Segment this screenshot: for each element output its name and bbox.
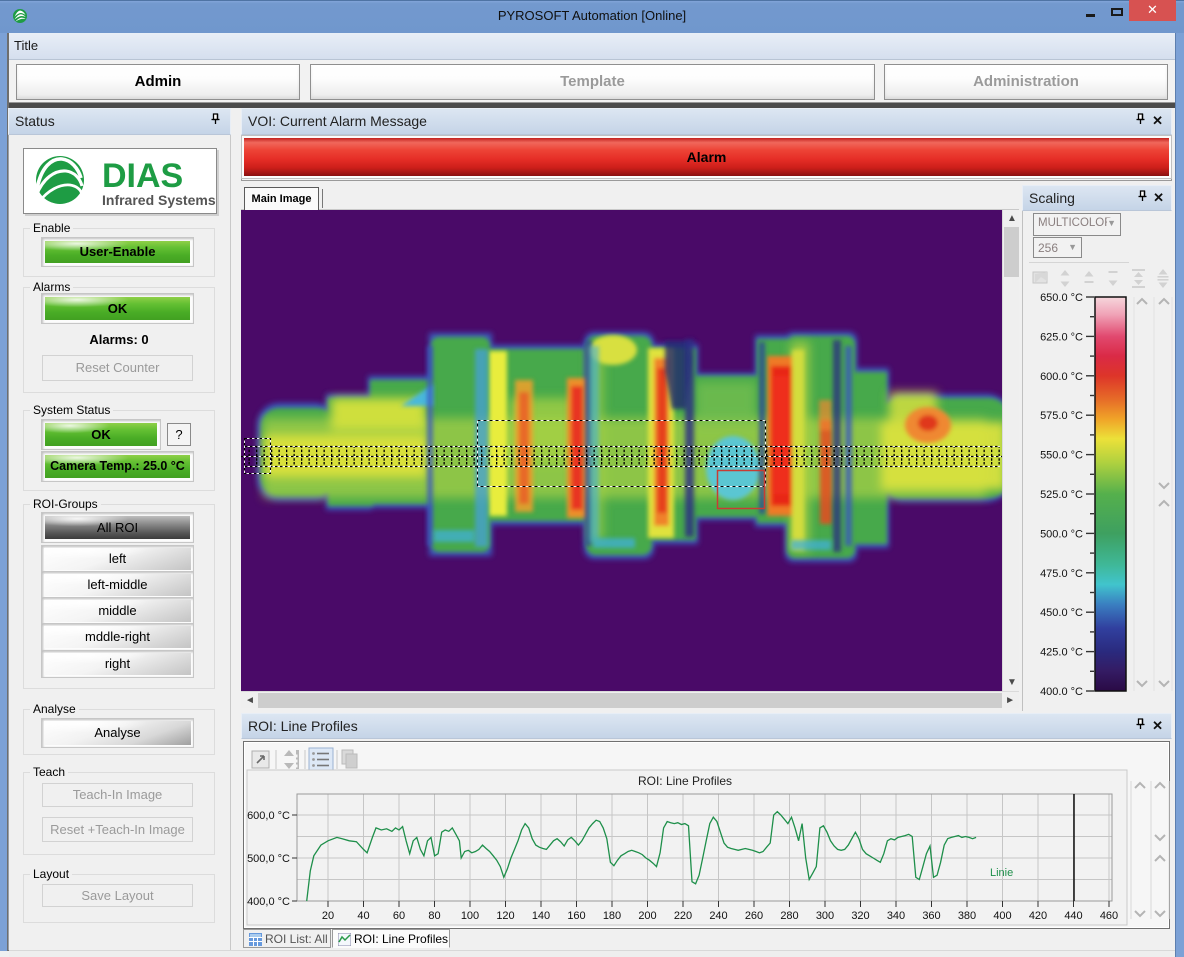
svg-text:380: 380 [958,910,976,922]
svg-text:525.0 °C: 525.0 °C [1040,489,1083,501]
svg-text:600,0 °C: 600,0 °C [247,810,290,822]
svg-text:550.0 °C: 550.0 °C [1040,450,1083,462]
svg-text:575.0 °C: 575.0 °C [1040,410,1083,422]
svg-text:420: 420 [1029,910,1047,922]
svg-text:500.0 °C: 500.0 °C [1040,528,1083,540]
svg-text:100: 100 [461,910,479,922]
svg-text:625.0 °C: 625.0 °C [1040,331,1083,343]
svg-text:180: 180 [603,910,621,922]
svg-text:460: 460 [1100,910,1118,922]
svg-text:120: 120 [496,910,514,922]
svg-text:320: 320 [851,910,869,922]
svg-text:450.0 °C: 450.0 °C [1040,607,1083,619]
svg-text:475.0 °C: 475.0 °C [1040,568,1083,580]
svg-text:160: 160 [567,910,585,922]
svg-text:280: 280 [780,910,798,922]
svg-text:200: 200 [638,910,656,922]
svg-text:40: 40 [357,910,369,922]
svg-text:500,0 °C: 500,0 °C [247,853,290,865]
svg-text:220: 220 [674,910,692,922]
svg-text:340: 340 [887,910,905,922]
svg-text:400: 400 [993,910,1011,922]
svg-text:400.0 °C: 400.0 °C [1040,686,1083,698]
svg-text:360: 360 [922,910,940,922]
svg-text:400,0 °C: 400,0 °C [247,896,290,908]
svg-text:425.0 °C: 425.0 °C [1040,647,1083,659]
svg-text:650.0 °C: 650.0 °C [1040,292,1083,304]
svg-text:140: 140 [532,910,550,922]
svg-text:Infrared Systems: Infrared Systems [102,192,216,208]
svg-text:260: 260 [745,910,763,922]
svg-text:240: 240 [709,910,727,922]
svg-text:600.0 °C: 600.0 °C [1040,371,1083,383]
svg-text:440: 440 [1064,910,1082,922]
svg-text:20: 20 [322,910,334,922]
svg-text:Linie: Linie [990,867,1013,879]
svg-text:60: 60 [393,910,405,922]
svg-text:300: 300 [816,910,834,922]
svg-text:DIAS: DIAS [102,157,183,195]
svg-text:80: 80 [428,910,440,922]
